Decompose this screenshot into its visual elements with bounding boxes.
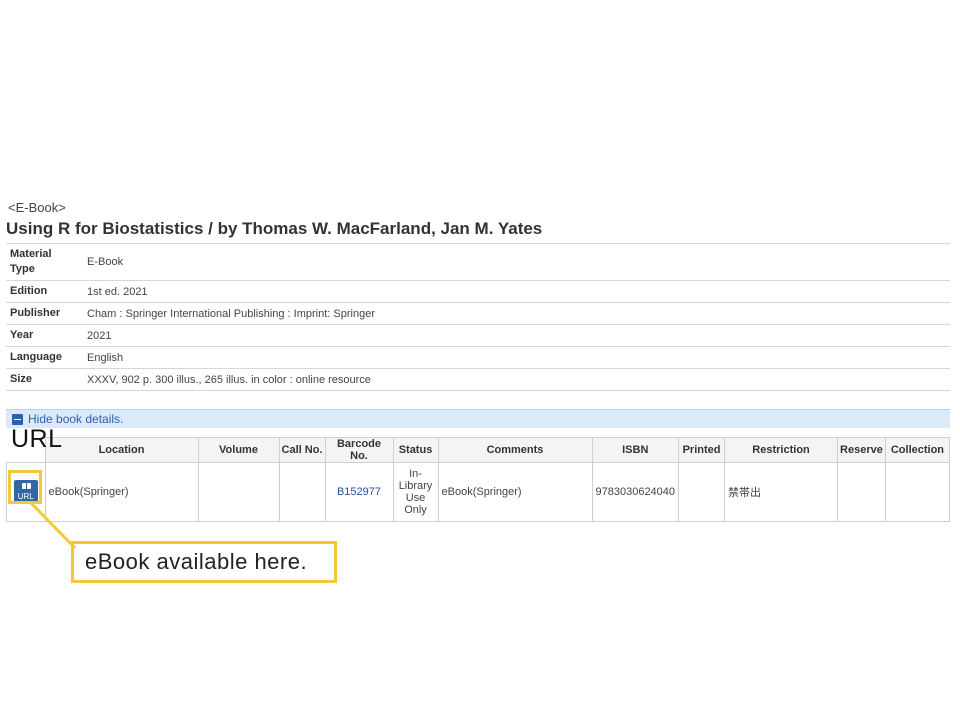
ebook-callout: eBook available here. <box>71 541 337 583</box>
callout-text: eBook available here. <box>85 549 308 574</box>
callout-connector-line <box>29 501 77 550</box>
